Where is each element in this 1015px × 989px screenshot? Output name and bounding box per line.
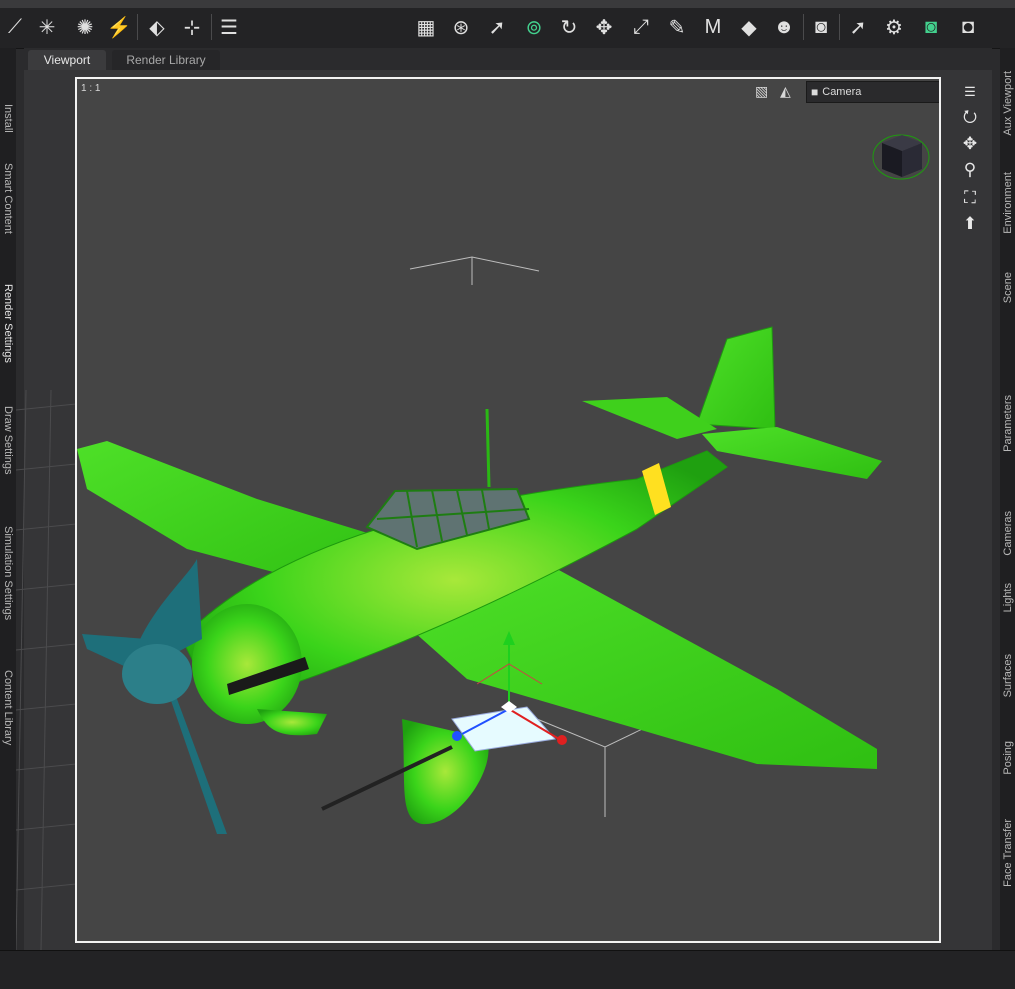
toolbar-separator bbox=[137, 14, 138, 40]
tab-face-transfer[interactable]: Face Transfer bbox=[1000, 808, 1015, 898]
tab-lights[interactable]: Lights bbox=[1000, 573, 1015, 623]
toolbar-separator bbox=[211, 14, 212, 40]
tab-label: Face Transfer bbox=[1001, 819, 1014, 887]
distant-light-icon[interactable]: ⚡ bbox=[104, 12, 134, 42]
frame-icon[interactable]: ⛶ bbox=[955, 186, 985, 210]
scale-icon[interactable]: ⤢ bbox=[626, 12, 656, 42]
tab-label: Install bbox=[2, 103, 14, 133]
align-icon[interactable]: ☰ bbox=[214, 12, 244, 42]
chevron-down-icon: ▼ bbox=[940, 85, 941, 95]
tab-surfaces[interactable]: Surfaces bbox=[1000, 643, 1015, 708]
orbit-icon[interactable]: ⭮ bbox=[955, 106, 985, 130]
tab-label: Draw Settings bbox=[2, 405, 14, 475]
tab-install[interactable]: Install bbox=[0, 78, 16, 158]
tab-aux-viewport[interactable]: Aux Viewport bbox=[1000, 68, 1015, 138]
universal-tool-icon[interactable]: ⊛ bbox=[446, 12, 476, 42]
options-menu-icon[interactable]: ☰ bbox=[955, 80, 985, 104]
tab-content-library[interactable]: Content Library bbox=[0, 648, 16, 768]
rotate-icon[interactable]: ↻ bbox=[554, 12, 584, 42]
zoom-icon[interactable]: ⚲ bbox=[955, 158, 985, 182]
tab-label: Render Settings bbox=[2, 283, 14, 363]
spot-render-icon[interactable]: ➚ bbox=[843, 12, 873, 42]
toolbar-separator bbox=[803, 14, 804, 40]
tab-render-settings[interactable]: Render Settings bbox=[0, 263, 16, 383]
tab-draw-settings[interactable]: Draw Settings bbox=[0, 390, 16, 490]
render-icon[interactable]: ◘ bbox=[953, 12, 983, 42]
tab-viewport[interactable]: Viewport bbox=[28, 50, 106, 70]
camera-select-value: Camera bbox=[822, 86, 862, 98]
surface-selection-icon[interactable]: ◆ bbox=[734, 12, 764, 42]
tab-label: Environment bbox=[1001, 172, 1014, 234]
camera-icon: ■ bbox=[811, 85, 819, 99]
spotlight-icon[interactable]: ✳ bbox=[32, 12, 62, 42]
menu-bar-strip bbox=[0, 0, 1015, 8]
tab-label: Cameras bbox=[1001, 510, 1014, 556]
point-light-icon[interactable]: ✺ bbox=[70, 12, 100, 42]
view-cube[interactable] bbox=[872, 127, 930, 185]
tab-label: Posing bbox=[1001, 741, 1014, 775]
tab-label: Simulation Settings bbox=[2, 525, 14, 621]
grid-icon[interactable]: ▦ bbox=[411, 12, 441, 42]
pan-icon[interactable]: ✥ bbox=[955, 132, 985, 156]
tab-label: Surfaces bbox=[1001, 653, 1014, 698]
tab-render-library[interactable]: Render Library bbox=[112, 50, 220, 70]
floor-grid-left bbox=[16, 390, 76, 950]
tab-label: Smart Content bbox=[2, 162, 14, 234]
iray-icon[interactable]: ⚙ bbox=[879, 12, 909, 42]
main-toolbar: ⟋ ✳ ✺ ⚡ ⬖ ⊹ ☰ ▦ ⊛ ➚ ⊚ ↻ ✥ ⤢ ✎ M ◆ ☻ ◙ ➚ … bbox=[0, 0, 1015, 49]
node-selection-icon[interactable]: ➚ bbox=[482, 12, 512, 42]
joint-editor-icon[interactable]: ✎ bbox=[662, 12, 692, 42]
tab-cameras[interactable]: Cameras bbox=[1000, 503, 1015, 563]
toolbar-separator bbox=[839, 14, 840, 40]
tab-smart-content[interactable]: Smart Content bbox=[0, 148, 16, 248]
draw-style-icon[interactable]: ◭ bbox=[780, 83, 791, 100]
camera-select[interactable]: ■ Camera ▼ bbox=[806, 81, 941, 103]
tab-label: Parameters bbox=[1001, 394, 1014, 452]
figure-setup-icon[interactable]: ☻ bbox=[769, 12, 799, 42]
wand-tool-icon[interactable]: ⟋ bbox=[0, 12, 30, 42]
reset-view-icon[interactable]: ⬆ bbox=[955, 212, 985, 236]
geometry-editor-icon[interactable]: M bbox=[698, 12, 728, 42]
translate-icon[interactable]: ✥ bbox=[589, 12, 619, 42]
add-null-icon[interactable]: ⊹ bbox=[177, 12, 207, 42]
right-pane-tabs: Aux Viewport Environment Scene Parameter… bbox=[1000, 48, 1015, 950]
add-node-icon[interactable]: ⬖ bbox=[142, 12, 172, 42]
active-pose-icon[interactable]: ⊚ bbox=[519, 12, 549, 42]
viewport-canvas[interactable]: 1 : 1 ▧ ◭ ■ Camera bbox=[75, 77, 941, 943]
airplane-model[interactable] bbox=[77, 79, 939, 941]
tab-posing[interactable]: Posing bbox=[1000, 728, 1015, 788]
tab-label: Lights bbox=[1001, 583, 1014, 613]
tab-parameters[interactable]: Parameters bbox=[1000, 378, 1015, 468]
tab-label: Content Library bbox=[2, 670, 14, 746]
left-pane-tabs: Install Smart Content Render Settings Dr… bbox=[0, 48, 16, 950]
render-settings-icon[interactable]: ◙ bbox=[806, 12, 836, 42]
status-bar bbox=[0, 950, 1015, 989]
tab-simulation-settings[interactable]: Simulation Settings bbox=[0, 503, 16, 643]
tab-scene[interactable]: Scene bbox=[1000, 263, 1015, 313]
wireframe-toggle-icon[interactable]: ▧ bbox=[755, 83, 768, 100]
camera-render-icon[interactable]: ◙ bbox=[916, 12, 946, 42]
tab-environment[interactable]: Environment bbox=[1000, 153, 1015, 253]
tab-label: Aux Viewport bbox=[1001, 70, 1014, 136]
tab-label: Scene bbox=[1001, 272, 1014, 304]
